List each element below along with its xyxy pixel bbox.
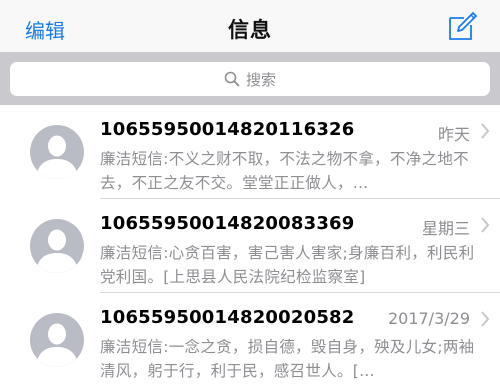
message-date: 昨天 xyxy=(437,125,470,144)
avatar-icon xyxy=(30,219,84,273)
message-sender: 10655950014820083369 xyxy=(100,213,355,234)
message-date: 星期三 xyxy=(421,219,470,238)
message-sender: 10655950014820020582 xyxy=(100,307,355,328)
message-preview: 廉洁短信:心贪百害，害己害人害家;身廉百利，利民利党利国。[上思县人民法院纪检监… xyxy=(100,244,475,286)
navigation-bar: 编辑 信息 xyxy=(0,0,500,52)
message-preview: 廉洁短信:一念之贪，损自德，毁自身，殃及儿女;两袖清风，躬于行，利于民，感召世人… xyxy=(100,338,475,380)
chevron-right-icon xyxy=(481,217,490,233)
chevron-right-icon xyxy=(481,311,490,327)
message-row[interactable]: 10655950014820083369 星期三 廉洁短信:心贪百害，害己害人害… xyxy=(0,199,500,293)
message-date: 2017/3/29 xyxy=(387,309,470,328)
message-row[interactable]: 10655950014820116326 昨天 廉洁短信:不义之财不取，不法之物… xyxy=(0,105,500,199)
search-bar-container: 搜索 xyxy=(0,52,500,105)
search-input[interactable]: 搜索 xyxy=(10,62,490,96)
message-row[interactable]: 10655950014820020582 2017/3/29 廉洁短信:一念之贪… xyxy=(0,293,500,387)
search-icon xyxy=(224,71,240,87)
compose-icon[interactable] xyxy=(447,12,477,42)
message-sender: 10655950014820116326 xyxy=(100,119,355,140)
avatar-icon xyxy=(30,125,84,179)
message-list: 10655950014820116326 昨天 廉洁短信:不义之财不取，不法之物… xyxy=(0,105,500,387)
chevron-right-icon xyxy=(481,123,490,139)
page-title: 信息 xyxy=(228,18,272,42)
message-preview: 廉洁短信:不义之财不取，不法之物不拿，不净之地不去，不正之友不交。堂堂正正做人，… xyxy=(100,150,469,192)
avatar-icon xyxy=(30,313,84,367)
search-placeholder: 搜索 xyxy=(245,70,276,89)
